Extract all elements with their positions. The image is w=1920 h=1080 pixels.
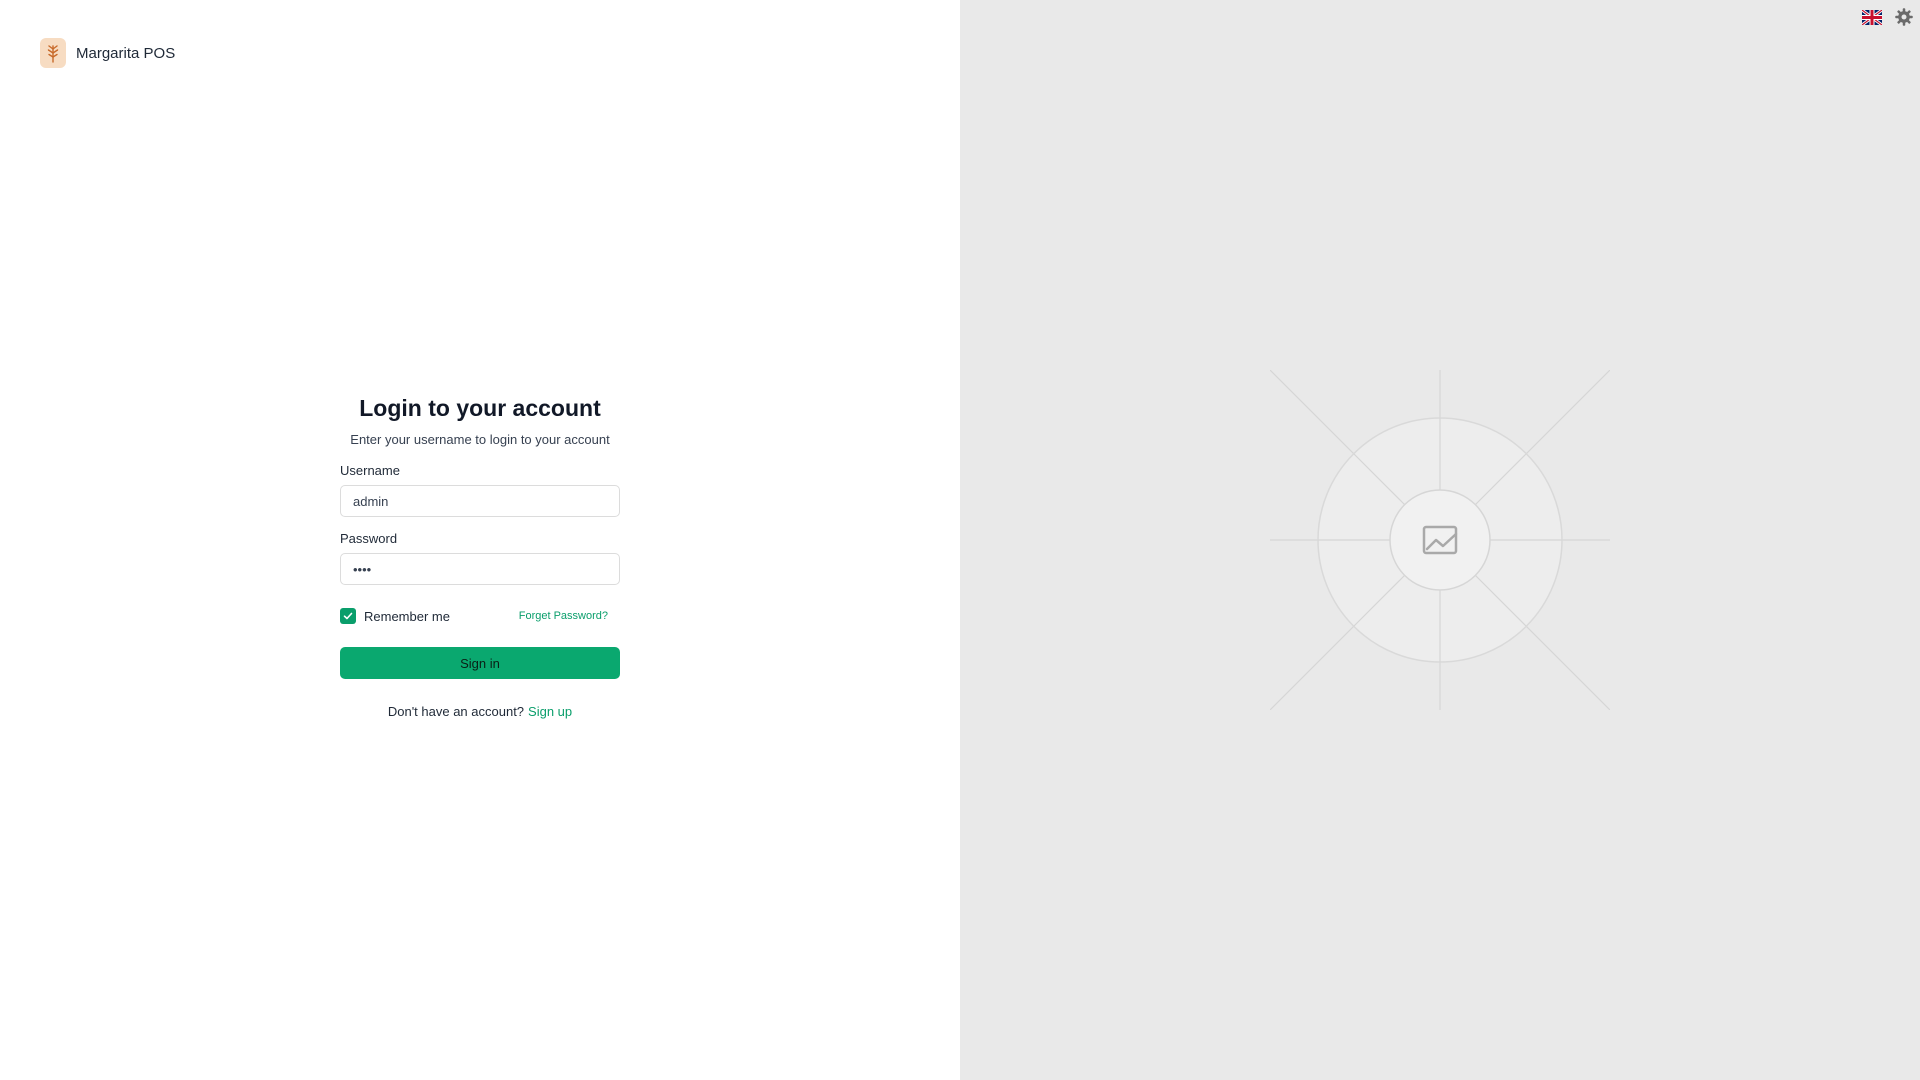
no-account-text: Don't have an account? [387,704,525,719]
username-label: Username [340,463,400,478]
brand: Margarita POS [40,38,175,68]
gear-icon[interactable] [1894,7,1914,27]
remember-checkbox[interactable] [340,608,356,624]
remember-me[interactable]: Remember me [340,608,450,624]
sign-in-button[interactable]: Sign in [340,647,620,679]
remember-label: Remember me [364,608,450,624]
options-row: Remember me Forget Password? [340,608,620,624]
app-name: Margarita POS [76,44,176,62]
uk-flag-icon[interactable] [1862,9,1882,25]
forgot-password-link[interactable]: Forget Password? [519,610,608,622]
page-subtitle: Enter your username to login to your acc… [350,432,610,447]
login-form: Login to your account Enter your usernam… [340,395,620,719]
brand-logo-icon [40,38,66,68]
signup-prompt: Don't have an account? Sign up [340,704,620,719]
password-input[interactable] [340,553,620,585]
sign-up-link[interactable]: Sign up [528,704,572,719]
login-panel: Margarita POS Login to your account Ente… [0,0,960,1080]
page-title: Login to your account [359,395,601,421]
username-input[interactable] [340,485,620,517]
image-placeholder-icon [1270,370,1610,710]
top-right-controls [1862,7,1914,27]
password-label: Password [340,531,398,546]
check-icon [343,612,353,620]
